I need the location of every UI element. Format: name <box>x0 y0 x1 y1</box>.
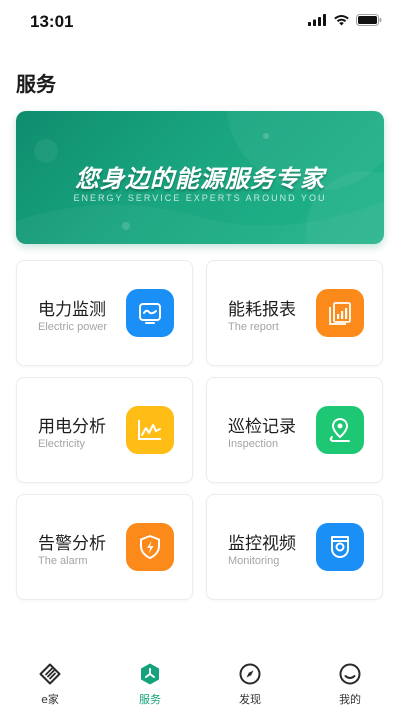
wifi-icon <box>334 15 349 26</box>
card-subtitle: Monitoring <box>228 555 280 567</box>
card-subtitle: The alarm <box>38 555 88 567</box>
profile-face-icon <box>339 663 361 685</box>
tab-mine[interactable]: 我的 <box>320 662 380 707</box>
card-inspection[interactable]: 巡检记录 Inspection <box>206 377 383 483</box>
analysis-chart-icon <box>126 406 174 454</box>
tab-bar: e家 服务 发现 我的 <box>0 652 400 711</box>
card-subtitle: Electricity <box>38 438 86 450</box>
tab-label: 发现 <box>239 693 261 706</box>
card-electricity[interactable]: 用电分析 Electricity <box>16 377 193 483</box>
tab-discover[interactable]: 发现 <box>220 662 280 707</box>
service-hex-icon <box>141 663 159 685</box>
status-icons <box>308 14 382 26</box>
card-title: 巡检记录 <box>228 417 296 437</box>
card-report[interactable]: 能耗报表 The report <box>206 260 383 366</box>
tab-label: 服务 <box>139 693 161 706</box>
card-title: 告警分析 <box>38 534 106 554</box>
tab-service[interactable]: 服务 <box>120 662 180 707</box>
status-bar: 13:01 <box>0 0 400 48</box>
page-title: 服务 <box>16 72 56 96</box>
shield-lightning-icon <box>126 523 174 571</box>
card-title: 监控视频 <box>228 534 296 554</box>
location-pin-icon <box>316 406 364 454</box>
banner-subtitle: ENERGY SERVICE EXPERTS AROUND YOU <box>73 193 327 203</box>
card-subtitle: Inspection <box>228 438 279 450</box>
tab-label: e家 <box>41 693 59 706</box>
e-home-icon <box>39 663 61 685</box>
banner[interactable]: 您身边的能源服务专家 ENERGY SERVICE EXPERTS AROUND… <box>16 111 384 244</box>
banner-title: 您身边的能源服务专家 <box>75 165 325 193</box>
battery-icon <box>356 14 382 26</box>
tab-e-home[interactable]: e家 <box>20 662 80 707</box>
signal-icon <box>308 14 326 26</box>
camera-icon <box>316 523 364 571</box>
card-subtitle: Electric power <box>38 321 108 333</box>
card-title: 能耗报表 <box>228 300 296 320</box>
monitor-wave-icon <box>126 289 174 337</box>
status-time: 13:01 <box>30 12 74 31</box>
tab-label: 我的 <box>339 693 361 706</box>
report-chart-icon <box>316 289 364 337</box>
card-alarm[interactable]: 告警分析 The alarm <box>16 494 193 600</box>
compass-icon <box>239 663 261 685</box>
card-electric-power[interactable]: 电力监测 Electric power <box>16 260 193 366</box>
card-title: 用电分析 <box>38 417 106 437</box>
card-title: 电力监测 <box>38 300 106 320</box>
card-subtitle: The report <box>228 321 279 333</box>
card-monitoring[interactable]: 监控视频 Monitoring <box>206 494 383 600</box>
